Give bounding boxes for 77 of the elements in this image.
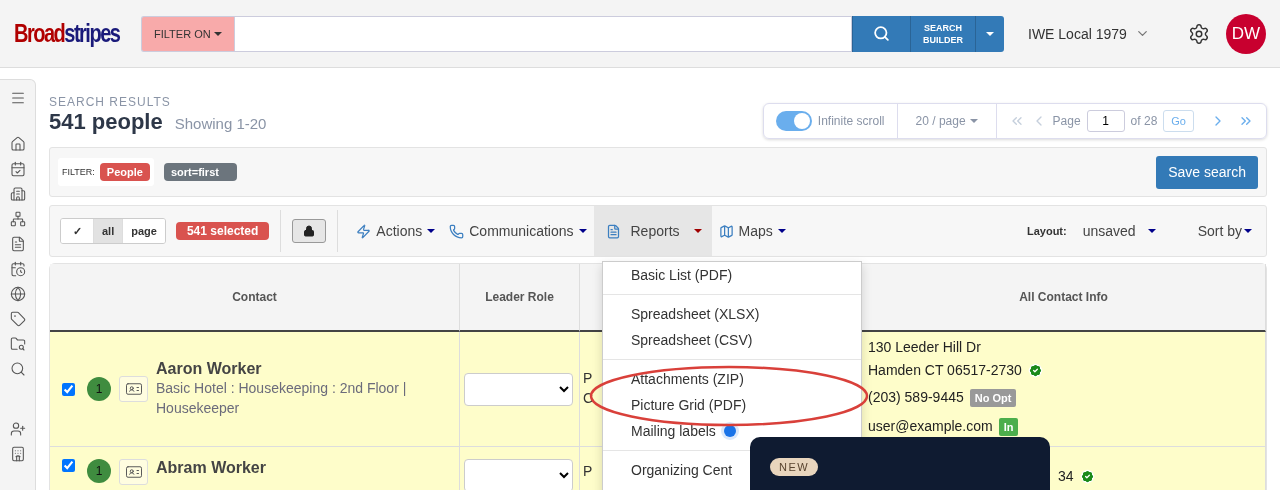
- menu-button[interactable]: Maps: [711, 206, 793, 256]
- cell-text: P: [583, 369, 593, 388]
- buildings-icon[interactable]: [9, 186, 26, 202]
- lock-button[interactable]: [292, 219, 327, 243]
- search-field[interactable]: [233, 15, 852, 52]
- document-icon: [605, 223, 621, 239]
- address-line: 130 Leeder Hill Dr: [868, 338, 981, 357]
- contact-name[interactable]: Abram Worker: [156, 459, 266, 477]
- logo[interactable]: Broadstripes: [14, 19, 127, 48]
- phone-number: (203) 589-9445: [868, 388, 964, 407]
- home-icon[interactable]: [9, 136, 26, 152]
- selected-count: 541 selected: [175, 222, 270, 240]
- globe-icon[interactable]: [9, 286, 26, 302]
- page-field[interactable]: 1: [1086, 110, 1125, 132]
- menu-icon[interactable]: [9, 90, 26, 106]
- address-line: 34: [1058, 467, 1074, 486]
- email-address: user@example.com: [868, 417, 993, 436]
- tag-icon[interactable]: [9, 311, 26, 327]
- layout-label: Layout:: [1026, 225, 1067, 237]
- menu-button[interactable]: Communications: [442, 206, 594, 256]
- menu-item[interactable]: Spreadsheet (XLSX): [603, 301, 861, 327]
- column-header: All Contact Info: [862, 264, 1266, 332]
- menu-button[interactable]: Actions: [349, 206, 443, 256]
- id-card-icon[interactable]: [119, 459, 148, 485]
- search-button[interactable]: [852, 15, 910, 52]
- filter-label: FILTER:: [62, 167, 95, 177]
- document-icon[interactable]: [9, 236, 26, 252]
- cell-text: P: [583, 462, 593, 481]
- menu-item[interactable]: Mailing labels: [631, 418, 716, 444]
- infinite-scroll-toggle[interactable]: [775, 111, 812, 131]
- organization-dropdown[interactable]: IWE Local 1979: [1022, 24, 1156, 43]
- count-badge: 1: [87, 377, 111, 401]
- results-title: 541 people: [49, 109, 163, 135]
- calendar-check-icon[interactable]: [9, 161, 26, 177]
- menu-item[interactable]: Picture Grid (PDF): [603, 392, 861, 418]
- search-builder-button[interactable]: SEARCH BUILDER: [910, 15, 975, 52]
- count-badge: 1: [87, 459, 111, 483]
- phone-icon: [449, 223, 465, 239]
- opt-status: In: [998, 417, 1019, 436]
- new-badge: NEW: [770, 458, 819, 476]
- row-checkbox[interactable]: [62, 382, 75, 396]
- calendar-clock-icon[interactable]: [9, 261, 26, 277]
- menu-item[interactable]: Attachments (ZIP): [603, 366, 861, 392]
- column-header: Contact: [50, 264, 460, 332]
- folder-search-icon[interactable]: [9, 336, 26, 352]
- menu-item[interactable]: Spreadsheet (CSV): [603, 327, 861, 353]
- lock-icon: [303, 225, 316, 237]
- add-person-icon[interactable]: [9, 421, 26, 437]
- filter-dropdown[interactable]: FILTER ON: [141, 15, 234, 52]
- address-line: Hamden CT 06517-2730: [868, 361, 1022, 380]
- page-label: Page: [1052, 114, 1081, 128]
- filter-tag[interactable]: People: [99, 163, 150, 181]
- menu-button[interactable]: Reports: [593, 206, 712, 256]
- layout-dropdown[interactable]: unsaved: [1076, 222, 1162, 240]
- add-building-icon[interactable]: [9, 446, 26, 462]
- row-checkbox[interactable]: [62, 459, 75, 472]
- filter-tag[interactable]: sort=first: [163, 163, 237, 181]
- settings-icon[interactable]: [1187, 22, 1210, 45]
- contact-detail: Basic Hotel : Housekeeping : 2nd Floor | Housekeeper: [156, 379, 408, 418]
- section-label: SEARCH RESULTS: [49, 95, 172, 109]
- sort-dropdown[interactable]: Sort by: [1191, 222, 1258, 240]
- search-icon[interactable]: [9, 361, 26, 377]
- user-avatar[interactable]: DW: [1226, 13, 1266, 54]
- network-icon[interactable]: [9, 211, 26, 227]
- results-range: Showing 1-20: [174, 115, 267, 132]
- page-count: of 28: [1130, 114, 1158, 128]
- save-search-button[interactable]: Save search: [1156, 155, 1258, 189]
- menu-item[interactable]: Basic List (PDF): [603, 262, 861, 288]
- id-card-icon[interactable]: [119, 376, 148, 402]
- contact-name[interactable]: Aaron Worker: [156, 360, 453, 378]
- lightning-icon: [356, 223, 372, 239]
- map-icon: [718, 223, 734, 239]
- column-header: Leader Role: [460, 264, 580, 332]
- search-icon: [873, 25, 890, 42]
- toggle-label: Infinite scroll: [817, 114, 885, 128]
- opt-status: No Opt: [969, 388, 1017, 407]
- search-options-button[interactable]: [975, 15, 1004, 52]
